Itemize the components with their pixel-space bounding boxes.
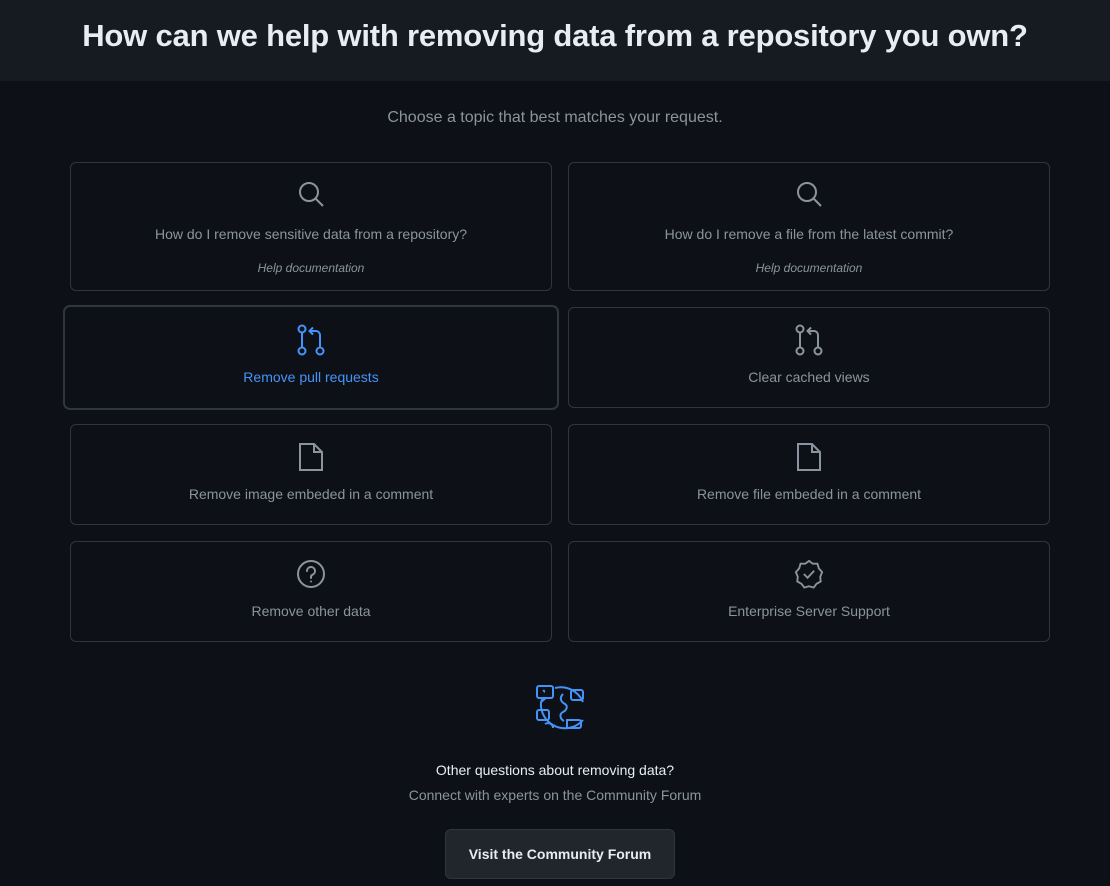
question-icon	[296, 559, 326, 589]
search-icon	[296, 179, 326, 209]
pull-request-icon	[296, 324, 326, 356]
topic-card-remove-other-data[interactable]: Remove other data	[70, 541, 552, 642]
topic-card-label: How do I remove sensitive data from a re…	[154, 226, 468, 242]
topic-card-label: Remove image embeded in a comment	[188, 486, 434, 502]
topic-card-subtext: Help documentation	[257, 261, 365, 275]
topic-card-remove-pull-requests[interactable]: Remove pull requests	[64, 306, 558, 409]
pull-request-icon	[794, 324, 824, 356]
visit-community-forum-button[interactable]: Visit the Community Forum	[445, 829, 675, 879]
community-globe-icon	[533, 684, 587, 736]
topic-card-subtext: Help documentation	[755, 261, 863, 275]
topic-card-remove-file-latest-commit[interactable]: How do I remove a file from the latest c…	[568, 162, 1050, 291]
topic-card-clear-cached-views[interactable]: Clear cached views	[568, 307, 1050, 408]
topic-card-label: Remove other data	[251, 603, 371, 619]
topic-card-remove-image-comment[interactable]: Remove image embeded in a comment	[70, 424, 552, 525]
file-icon	[794, 442, 824, 472]
topic-card-label: Clear cached views	[748, 369, 870, 385]
topic-card-label: How do I remove a file from the latest c…	[664, 226, 954, 242]
page-title: How can we help with removing data from …	[82, 17, 1028, 53]
topic-card-label: Enterprise Server Support	[728, 603, 890, 619]
forum-heading: Other questions about removing data?	[435, 762, 675, 778]
forum-subtitle: Connect with experts on the Community Fo…	[408, 787, 702, 803]
topic-card-enterprise-server-support[interactable]: Enterprise Server Support	[568, 541, 1050, 642]
topic-card-sensitive-data[interactable]: How do I remove sensitive data from a re…	[70, 162, 552, 291]
search-icon	[794, 179, 824, 209]
file-icon	[296, 442, 326, 472]
topic-card-remove-file-comment[interactable]: Remove file embeded in a comment	[568, 424, 1050, 525]
topic-card-label: Remove file embeded in a comment	[696, 486, 922, 502]
page-header: How can we help with removing data from …	[0, 0, 1110, 81]
verified-badge-icon	[794, 559, 824, 589]
topic-card-label: Remove pull requests	[243, 369, 379, 385]
page-subtitle: Choose a topic that best matches your re…	[387, 109, 723, 126]
